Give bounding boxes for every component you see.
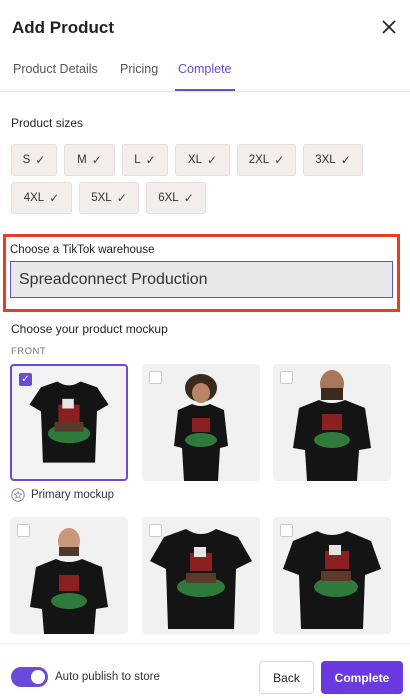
size-label: 4XL [23, 192, 45, 204]
auto-publish-toggle[interactable] [11, 667, 48, 687]
footer-bar: Auto publish to store Back Complete [0, 643, 410, 700]
size-label: 2XL [248, 154, 270, 166]
size-chip-xl[interactable]: XL ✓ [175, 144, 230, 176]
size-chip-6xl[interactable]: 6XL ✓ [146, 182, 206, 214]
tab-product-details[interactable]: Product Details [13, 62, 98, 76]
check-icon: ✓ [274, 153, 285, 167]
warehouse-select[interactable]: Spreadconnect Production [10, 261, 393, 298]
back-button[interactable]: Back [259, 661, 314, 694]
unchecked-box-icon [280, 371, 293, 384]
size-label: 5XL [91, 192, 112, 204]
unchecked-box-icon [149, 371, 162, 384]
unchecked-box-icon [149, 524, 162, 537]
product-sizes-label: Product sizes [11, 116, 84, 130]
primary-mockup-row: Primary mockup [11, 488, 114, 502]
mockup-card-flat-tee[interactable]: ✓ [10, 364, 128, 481]
check-icon: ✓ [207, 153, 218, 167]
size-chip-l[interactable]: L ✓ [122, 144, 168, 176]
size-chip-s[interactable]: S ✓ [11, 144, 57, 176]
size-label: M [77, 154, 87, 166]
modal-title: Add Product [12, 18, 114, 37]
close-icon[interactable] [378, 16, 400, 38]
check-icon: ✓ [49, 191, 60, 205]
size-chip-3xl[interactable]: 3XL ✓ [303, 144, 363, 176]
mockup-card-model-curly[interactable] [142, 364, 260, 481]
size-chip-4xl[interactable]: 4XL ✓ [11, 182, 72, 214]
size-label: 6XL [158, 192, 179, 204]
mockup-card-model-man[interactable] [10, 517, 128, 634]
size-label: XL [187, 154, 202, 166]
front-label: FRONT [11, 346, 47, 357]
warehouse-label: Choose a TikTok warehouse [10, 244, 155, 256]
toggle-knob [31, 670, 45, 684]
check-icon: ✓ [183, 191, 194, 205]
mockup-card-flat-tee-hanging[interactable] [273, 517, 391, 634]
check-icon: ✓ [116, 191, 127, 205]
mockup-section-label: Choose your product mockup [11, 322, 168, 336]
check-icon: ✓ [145, 153, 156, 167]
unchecked-box-icon [17, 524, 30, 537]
complete-button[interactable]: Complete [321, 661, 403, 694]
active-tab-underline [175, 89, 235, 91]
content-area: Product sizes S ✓ M ✓ L ✓ XL ✓ 2XL ✓ 3XL ✓ 4XL… [0, 93, 410, 643]
auto-publish-label: Auto publish to store [55, 671, 160, 683]
star-icon [11, 488, 25, 502]
size-label: L [134, 154, 141, 166]
size-chip-2xl[interactable]: 2XL ✓ [237, 144, 296, 176]
size-chip-m[interactable]: M ✓ [64, 144, 115, 176]
check-icon: ✓ [91, 153, 102, 167]
tab-bar: Product Details Pricing Complete [0, 56, 410, 92]
mockup-card-flat-tee-angle[interactable] [142, 517, 260, 634]
mockup-card-model-beard[interactable] [273, 364, 391, 481]
selected-check-icon: ✓ [19, 373, 32, 386]
size-chip-5xl[interactable]: 5XL ✓ [79, 182, 139, 214]
check-icon: ✓ [340, 153, 351, 167]
primary-mockup-label: Primary mockup [31, 489, 115, 501]
size-label: S [22, 154, 31, 166]
modal-header: Add Product [0, 0, 410, 56]
unchecked-box-icon [280, 524, 293, 537]
tab-pricing[interactable]: Pricing [120, 62, 158, 76]
size-label: 3XL [315, 154, 336, 166]
check-icon: ✓ [35, 153, 46, 167]
tab-complete[interactable]: Complete [178, 62, 232, 76]
